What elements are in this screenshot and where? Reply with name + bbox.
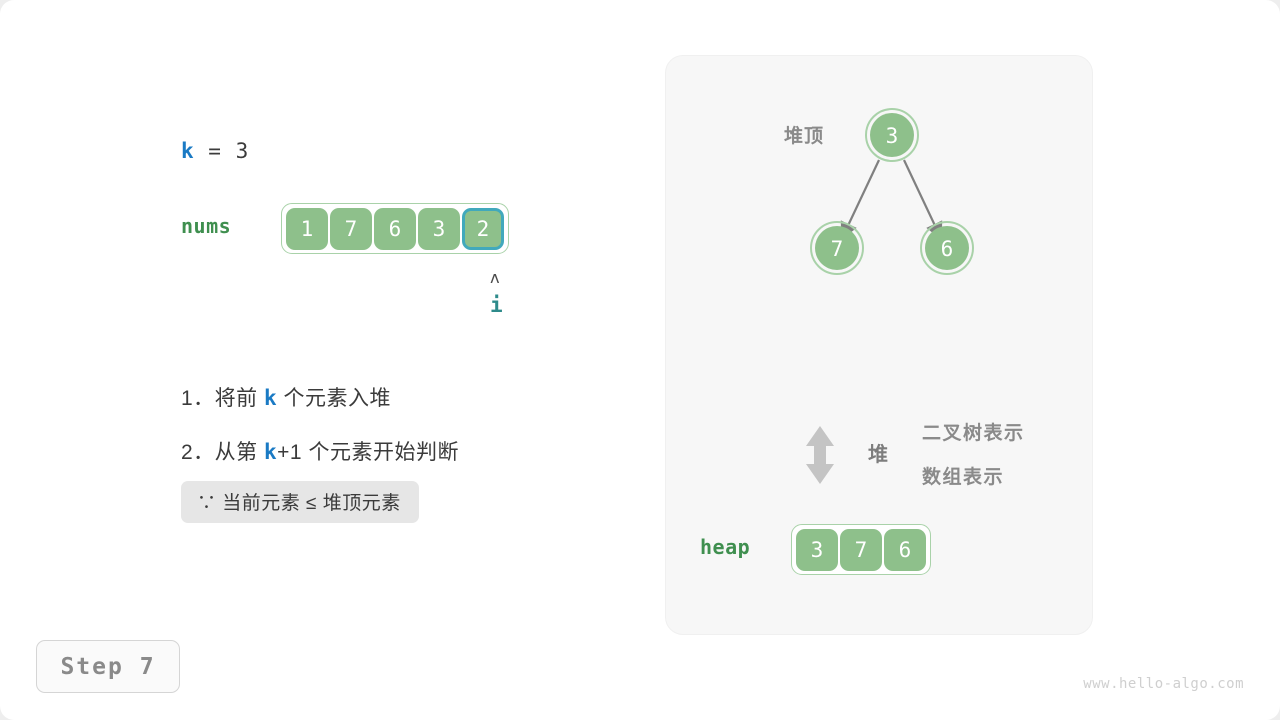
k-variable: k (181, 139, 195, 163)
nums-label: nums (181, 214, 232, 238)
binary-tree-diagram: 3 7 6 (810, 108, 974, 275)
tree-node-left: 7 (810, 221, 864, 275)
tree-node-left-value: 7 (831, 237, 844, 261)
tree-representation-label: 二叉树表示 (922, 423, 1025, 444)
nums-cell: 1 (286, 207, 328, 250)
condition-box: ∵ 当前元素 ≤ 堆顶元素 (181, 481, 419, 523)
k-value: = 3 (194, 139, 250, 163)
step-2-text: 2．从第 k+1 个元素开始判断 (181, 436, 459, 466)
nums-cell: 3 (418, 207, 460, 250)
heap-cell: 3 (796, 528, 838, 571)
nums-array: 1 7 6 3 2 (281, 203, 509, 254)
heap-array-label: heap (700, 535, 751, 559)
tree-edge-left (840, 159, 880, 240)
step-2-variable: k (264, 440, 278, 464)
step-1-text: 1．将前 k 个元素入堆 (181, 382, 391, 412)
watermark: www.hello-algo.com (1083, 676, 1244, 692)
step-2-prefix: 2．从第 (181, 441, 265, 464)
nums-cell: 7 (330, 207, 372, 250)
step-2-suffix: +1 个元素开始判断 (277, 441, 459, 464)
diagram-canvas: k = 3 nums 1 7 6 3 2 ʌ i 1．将前 k 个元素入堆 2．… (0, 0, 1280, 720)
nums-cell-highlighted: 2 (462, 207, 504, 250)
nums-cell: 6 (374, 207, 416, 250)
heap-relation-label: 堆 (868, 444, 889, 466)
array-representation-label: 数组表示 (922, 467, 1005, 488)
step-badge: Step 7 (36, 640, 180, 693)
pointer-caret-icon: ʌ (490, 268, 500, 287)
k-assignment: k = 3 (181, 139, 249, 163)
tree-edge-right (903, 159, 943, 240)
step-1-variable: k (264, 386, 278, 410)
heap-array: 3 7 6 (791, 524, 931, 575)
pointer-label-i: i (490, 293, 503, 317)
tree-node-root: 3 (865, 108, 919, 162)
heap-cell: 7 (840, 528, 882, 571)
tree-node-right-value: 6 (941, 237, 954, 261)
step-1-suffix: 个元素入堆 (277, 387, 392, 410)
tree-node-root-value: 3 (886, 124, 899, 148)
tree-node-right: 6 (920, 221, 974, 275)
heap-cell: 6 (884, 528, 926, 571)
step-1-prefix: 1．将前 (181, 387, 265, 410)
double-arrow-icon (806, 426, 834, 484)
